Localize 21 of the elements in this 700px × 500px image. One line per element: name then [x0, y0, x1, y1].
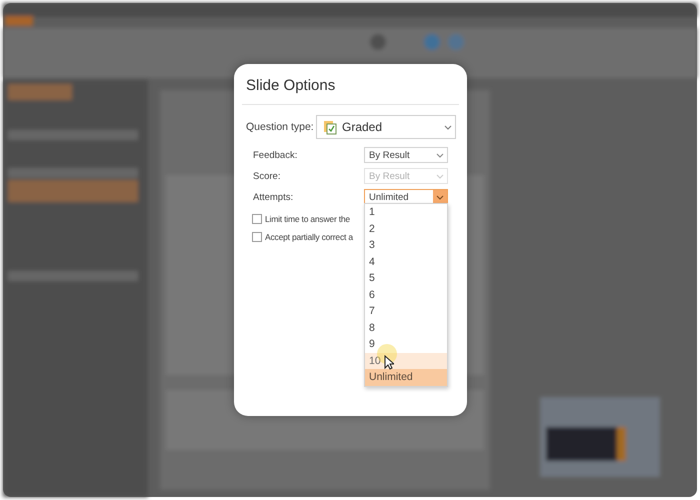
- dropdown: By Result: [364, 168, 448, 184]
- menu-option[interactable]: 4: [365, 254, 447, 270]
- menu-option[interactable]: 10: [365, 352, 447, 369]
- menu-option[interactable]: 9: [365, 336, 447, 352]
- question-type-dropdown[interactable]: Graded: [316, 115, 456, 139]
- menu-option[interactable]: 8: [365, 320, 447, 336]
- field-label: Question type:: [246, 121, 315, 133]
- menu-option[interactable]: Unlimited: [365, 369, 447, 386]
- field-label: Feedback:: [253, 150, 298, 160]
- dropdown[interactable]: By Result: [364, 147, 448, 163]
- menu-option[interactable]: 7: [365, 303, 447, 320]
- checkbox-label: Limit time to answer the: [265, 214, 350, 224]
- menu-option[interactable]: 3: [365, 237, 447, 254]
- field-label: Score:: [253, 170, 282, 182]
- menu-option[interactable]: 6: [365, 286, 447, 303]
- checkbox-label: Accept partially correct a: [265, 232, 353, 242]
- menu-option[interactable]: 5: [365, 270, 447, 286]
- field-label: Attempts:: [253, 192, 294, 202]
- menu-option[interactable]: 2: [365, 220, 447, 237]
- menu-option[interactable]: 1: [365, 204, 447, 220]
- dialog-title: Slide Options: [245, 76, 336, 96]
